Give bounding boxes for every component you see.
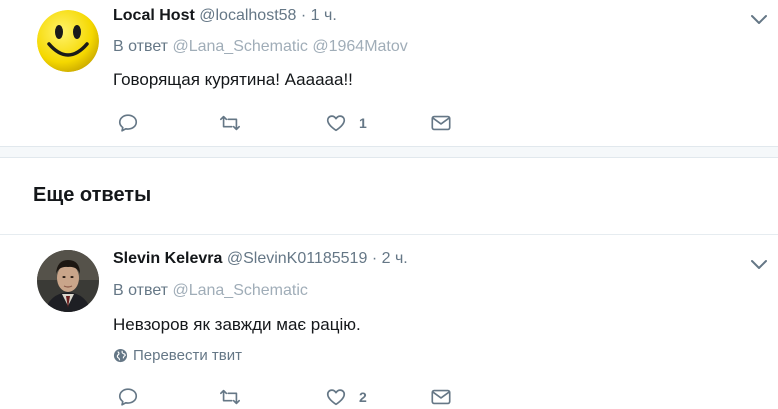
- reply-icon: [118, 388, 138, 406]
- heart-icon: [326, 115, 346, 132]
- display-name[interactable]: Local Host: [113, 7, 195, 24]
- reply-context: В ответ @Lana_Schematic: [113, 282, 308, 300]
- more-replies-title: Еще ответы: [33, 184, 152, 206]
- username[interactable]: @SlevinK01185519: [227, 250, 368, 267]
- separator-dot: ·: [300, 7, 307, 24]
- separator-dot: ·: [371, 250, 378, 267]
- heart-icon: [326, 389, 346, 406]
- translate-tweet-link[interactable]: Перевести твит: [113, 347, 242, 364]
- like-button[interactable]: 1: [325, 111, 367, 135]
- envelope-icon: [431, 389, 451, 405]
- reply-icon: [118, 114, 138, 132]
- avatar[interactable]: [37, 10, 99, 72]
- chevron-down-icon[interactable]: [750, 10, 768, 28]
- mention-link[interactable]: @1964Matov: [312, 38, 407, 55]
- like-button[interactable]: 2: [325, 385, 367, 409]
- like-count: 1: [359, 115, 367, 131]
- translate-label[interactable]: Перевести твит: [133, 347, 242, 364]
- envelope-icon: [431, 115, 451, 131]
- tweet-text: Невзоров як завжди має рацію.: [113, 315, 361, 334]
- retweet-button[interactable]: [219, 385, 241, 409]
- timestamp[interactable]: 2 ч.: [382, 250, 408, 267]
- avatar[interactable]: [37, 250, 99, 312]
- tweet[interactable]: Slevin Kelevra @SlevinK01185519 · 2 ч. В…: [0, 235, 778, 406]
- mention-link[interactable]: @Lana_Schematic: [172, 38, 307, 55]
- direct-message-button[interactable]: [430, 385, 452, 409]
- smiley-avatar-icon: [37, 10, 99, 72]
- username[interactable]: @localhost58: [199, 7, 296, 24]
- tweet-actions: 1: [113, 111, 473, 135]
- chevron-down-icon[interactable]: [750, 255, 768, 273]
- reply-prefix: В ответ: [113, 38, 169, 55]
- tweet-text: Говорящая курятина! Аааааа!!: [113, 70, 353, 89]
- tweet[interactable]: Local Host @localhost58 · 1 ч. В ответ @…: [0, 0, 778, 146]
- tweet-header: Slevin Kelevra @SlevinK01185519 · 2 ч.: [113, 250, 408, 268]
- reply-button[interactable]: [117, 111, 139, 135]
- reply-prefix: В ответ: [113, 282, 169, 299]
- retweet-button[interactable]: [219, 111, 241, 135]
- reply-context: В ответ @Lana_Schematic @1964Matov: [113, 38, 408, 56]
- reply-button[interactable]: [117, 385, 139, 409]
- globe-icon: [113, 348, 128, 363]
- retweet-icon: [220, 115, 240, 131]
- direct-message-button[interactable]: [430, 111, 452, 135]
- more-replies-header: Еще ответы: [0, 159, 778, 235]
- display-name[interactable]: Slevin Kelevra: [113, 250, 222, 267]
- tweet-header: Local Host @localhost58 · 1 ч.: [113, 7, 337, 25]
- retweet-icon: [220, 389, 240, 405]
- like-count: 2: [359, 389, 367, 405]
- tweet-actions: 2: [113, 385, 473, 409]
- mention-link[interactable]: @Lana_Schematic: [172, 282, 307, 299]
- timestamp[interactable]: 1 ч.: [311, 7, 337, 24]
- section-separator: [0, 146, 778, 158]
- person-avatar-icon: [37, 250, 99, 312]
